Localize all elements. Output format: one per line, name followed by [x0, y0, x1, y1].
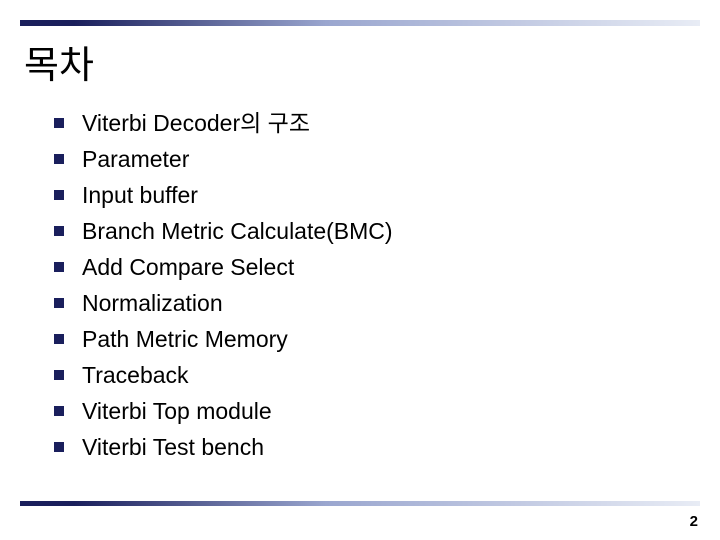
list-item: Viterbi Decoder의 구조: [54, 108, 660, 138]
list-item-label: Viterbi Top module: [82, 400, 272, 423]
square-bullet-icon: [54, 190, 64, 200]
square-bullet-icon: [54, 406, 64, 416]
list-item-label: Branch Metric Calculate(BMC): [82, 220, 393, 243]
list-item-label: Viterbi Test bench: [82, 436, 264, 459]
slide: 목차 Viterbi Decoder의 구조 Parameter Input b…: [0, 0, 720, 540]
square-bullet-icon: [54, 298, 64, 308]
list-item: Branch Metric Calculate(BMC): [54, 216, 660, 246]
list-item-label: Parameter: [82, 148, 189, 171]
square-bullet-icon: [54, 154, 64, 164]
list-item: Viterbi Top module: [54, 396, 660, 426]
list-item: Add Compare Select: [54, 252, 660, 282]
square-bullet-icon: [54, 262, 64, 272]
toc-list: Viterbi Decoder의 구조 Parameter Input buff…: [54, 108, 660, 468]
list-item-label: Path Metric Memory: [82, 328, 288, 351]
slide-title: 목차: [24, 34, 94, 89]
square-bullet-icon: [54, 118, 64, 128]
square-bullet-icon: [54, 370, 64, 380]
list-item: Path Metric Memory: [54, 324, 660, 354]
page-number: 2: [690, 513, 698, 530]
list-item: Parameter: [54, 144, 660, 174]
square-bullet-icon: [54, 334, 64, 344]
square-bullet-icon: [54, 442, 64, 452]
list-item-label: Normalization: [82, 292, 223, 315]
square-bullet-icon: [54, 226, 64, 236]
bottom-divider: [20, 501, 700, 506]
list-item-label: Traceback: [82, 364, 189, 387]
top-divider: [20, 20, 700, 26]
list-item-label: Input buffer: [82, 184, 198, 207]
list-item: Viterbi Test bench: [54, 432, 660, 462]
list-item-label: Add Compare Select: [82, 256, 294, 279]
list-item: Traceback: [54, 360, 660, 390]
list-item-label: Viterbi Decoder의 구조: [82, 112, 310, 135]
list-item: Normalization: [54, 288, 660, 318]
list-item: Input buffer: [54, 180, 660, 210]
